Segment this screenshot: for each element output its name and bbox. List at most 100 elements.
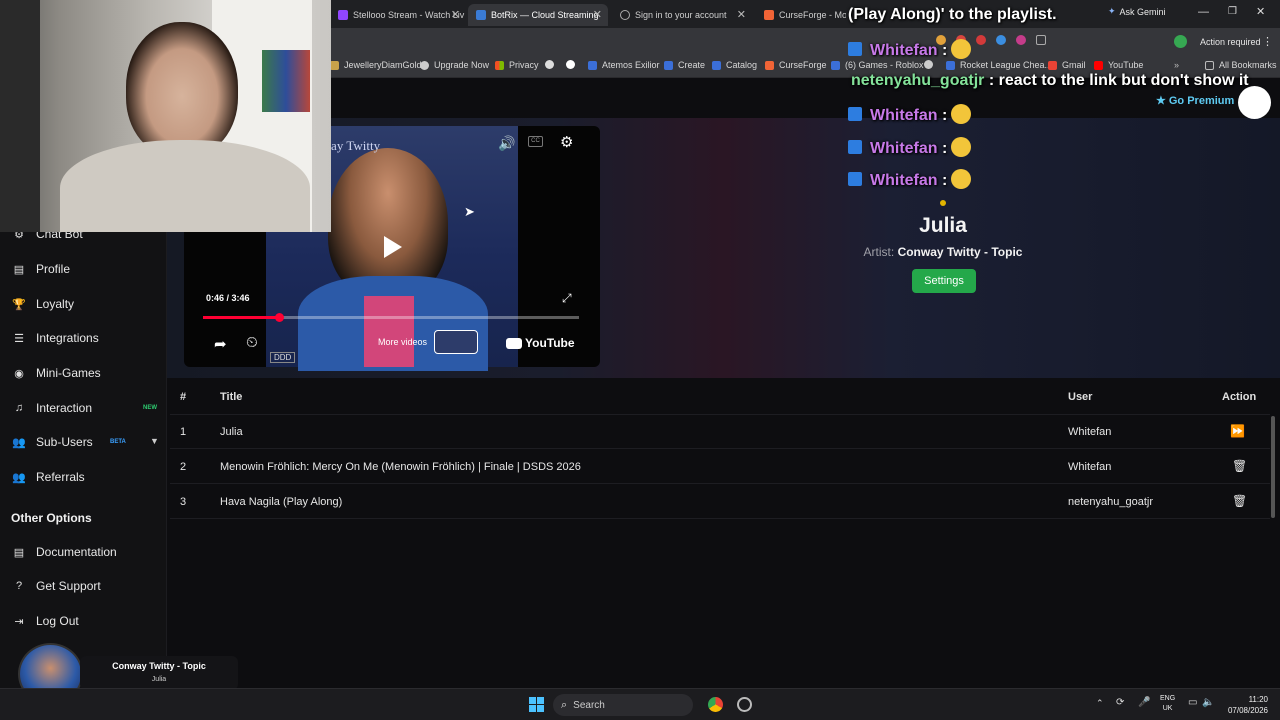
bookmark[interactable]: Gmail: [1048, 60, 1086, 70]
seek-bar[interactable]: [203, 313, 579, 322]
puzzle-icon[interactable]: [1036, 35, 1046, 45]
tab-signin[interactable]: Sign in to your account ✕: [612, 4, 752, 26]
sidebar-item-integrations[interactable]: ☰ Integrations: [12, 331, 99, 345]
sidebar-item-sub-users[interactable]: 👥 Sub-Users: [12, 435, 93, 449]
chevron-up-icon[interactable]: ⌃: [1096, 698, 1104, 709]
watch-later-icon[interactable]: ⏲: [246, 334, 258, 351]
network-icon[interactable]: ⟳: [1116, 697, 1124, 708]
volume-icon[interactable]: 🔊: [498, 135, 515, 152]
sidebar-item-referrals[interactable]: 👥 Referrals: [12, 470, 85, 484]
speaker-icon[interactable]: 🔈: [1202, 697, 1214, 708]
fullscreen-icon[interactable]: ⤢: [562, 291, 572, 306]
table-row[interactable]: 1 Julia Whitefan ⏩: [170, 415, 1270, 449]
skip-icon[interactable]: ⏩: [1230, 424, 1245, 438]
bookmark[interactable]: Catalog: [712, 60, 757, 70]
close-icon[interactable]: ✕: [451, 8, 460, 21]
extension-icon[interactable]: [1016, 35, 1026, 45]
sidebar-item-profile[interactable]: ▤ Profile: [12, 262, 70, 276]
bookmark-label: Catalog: [726, 60, 758, 70]
sidebar-item-loyalty[interactable]: 🏆 Loyalty: [12, 297, 74, 311]
microphone-icon[interactable]: 🎤: [1138, 697, 1150, 708]
taskbar-search[interactable]: ⌕ Search: [553, 694, 693, 716]
clock[interactable]: 11:20 07/08/2026: [1222, 694, 1268, 716]
more-videos-label[interactable]: More videos: [378, 337, 427, 347]
tab-botrix[interactable]: BotRix — Cloud Streaming ✕: [468, 4, 608, 26]
share-icon[interactable]: ➦: [214, 335, 227, 353]
sidebar-item-documentation[interactable]: ▤ Documentation: [12, 545, 117, 559]
bookmark-label: Atemos Exilior: [602, 60, 660, 70]
table-row[interactable]: 2 Menowin Fröhlich: Mercy On Me (Menowin…: [170, 450, 1270, 484]
chevron-right-icon[interactable]: »: [1174, 60, 1179, 70]
youtube-icon: [1094, 60, 1103, 70]
bookmark-label: Gmail: [1062, 60, 1086, 70]
all-bookmarks[interactable]: All Bookmarks: [1205, 60, 1277, 70]
bookmark[interactable]: [545, 60, 559, 69]
chat-text: : react to the link but don't show it: [988, 72, 1249, 89]
chat-username: Whitefan: [870, 42, 938, 59]
tab-label: Sign in to your account: [635, 10, 727, 20]
bookmark[interactable]: (6) Games - Roblox: [831, 60, 924, 70]
chrome-icon[interactable]: [708, 697, 723, 712]
bookmark[interactable]: Rocket League Chea...: [946, 60, 1052, 70]
badge-icon: [848, 42, 862, 56]
close-window-icon[interactable]: ✕: [1256, 5, 1265, 18]
windows-start-icon[interactable]: [529, 697, 544, 712]
bookmark[interactable]: Create: [664, 60, 705, 70]
mini-player-card[interactable]: Conway Twitty - Topic Julia: [80, 656, 238, 690]
windows-taskbar: ⌕ Search ⌃ ⟳ 🎤 ENG UK ▭ 🔈 11:20 07/08/20…: [0, 688, 1280, 720]
play-icon[interactable]: [384, 236, 402, 258]
gmail-icon: [1048, 60, 1057, 70]
bookmark[interactable]: [924, 60, 938, 69]
user-avatar[interactable]: [1238, 86, 1271, 119]
action-required-label[interactable]: Action required: [1200, 37, 1261, 47]
extension-icon[interactable]: [996, 35, 1006, 45]
bookmark[interactable]: JewelleryDiamGold: [330, 60, 422, 70]
column-header-user: User: [1068, 391, 1093, 403]
bookmark-label: YouTube: [1108, 60, 1144, 70]
bookmark[interactable]: YouTube: [1094, 60, 1143, 70]
region-label: UK: [1162, 705, 1173, 712]
monitor-icon[interactable]: ▭: [1188, 697, 1197, 708]
captions-icon[interactable]: CC: [528, 136, 543, 147]
app-icon[interactable]: [737, 697, 752, 712]
settings-button[interactable]: Settings: [912, 269, 976, 293]
bookmark[interactable]: [566, 60, 580, 69]
bookmark[interactable]: Privacy: [495, 60, 539, 70]
sidebar-item-get-support[interactable]: ? Get Support: [12, 579, 101, 593]
bookmark[interactable]: Atemos Exilior: [588, 60, 660, 70]
clock-date: 07/08/2026: [1227, 706, 1268, 715]
more-videos-thumbnail[interactable]: [434, 330, 478, 354]
tab-curseforge[interactable]: CurseForge - Mods: [756, 4, 846, 26]
table-row[interactable]: 3 Hava Nagila (Play Along) netenyahu_goa…: [170, 485, 1270, 519]
chat-message: Whitefan :: [848, 39, 972, 60]
maximize-icon[interactable]: ❐: [1228, 6, 1237, 17]
go-premium-link[interactable]: ★ Go Premium: [1156, 94, 1234, 108]
settings-gear-icon[interactable]: ⚙: [560, 133, 573, 151]
sidebar-item-interaction[interactable]: ♫ Interaction: [12, 401, 92, 415]
youtube-logo[interactable]: YouTube: [506, 336, 575, 350]
profile-avatar-icon[interactable]: [1174, 35, 1187, 48]
trash-icon[interactable]: 🗑: [1232, 494, 1247, 508]
mini-player-title: Julia: [151, 676, 167, 683]
language-indicator[interactable]: ENG UK: [1160, 694, 1175, 714]
extension-icon[interactable]: [976, 35, 986, 45]
tab-stream[interactable]: Stellooo Stream - Watch Liv ✕: [330, 4, 466, 26]
youtube-label: YouTube: [525, 336, 575, 350]
sidebar-item-label: Sub-Users: [36, 435, 93, 449]
sidebar-item-log-out[interactable]: ⇥ Log Out: [12, 614, 78, 628]
bookmark[interactable]: Upgrade Now: [420, 60, 489, 70]
chevron-down-icon[interactable]: ▼: [150, 436, 159, 446]
sidebar-item-label: Profile: [36, 262, 71, 276]
row-title: Hava Nagila (Play Along): [220, 496, 343, 508]
more-menu-icon[interactable]: ⋮: [1262, 35, 1273, 48]
scrollbar[interactable]: [1271, 416, 1275, 518]
trash-icon[interactable]: 🗑: [1232, 459, 1247, 473]
close-icon[interactable]: ✕: [593, 8, 602, 21]
sidebar-item-mini-games[interactable]: ◉ Mini-Games: [12, 366, 101, 380]
sidebar-item-label: Get Support: [36, 579, 101, 593]
ask-gemini-button[interactable]: ✦ Ask Gemini: [1108, 6, 1166, 17]
minimize-icon[interactable]: —: [1198, 6, 1209, 18]
id-card-icon: ▤: [13, 263, 25, 276]
bookmark[interactable]: CurseForge: [765, 60, 827, 70]
close-icon[interactable]: ✕: [737, 8, 746, 21]
